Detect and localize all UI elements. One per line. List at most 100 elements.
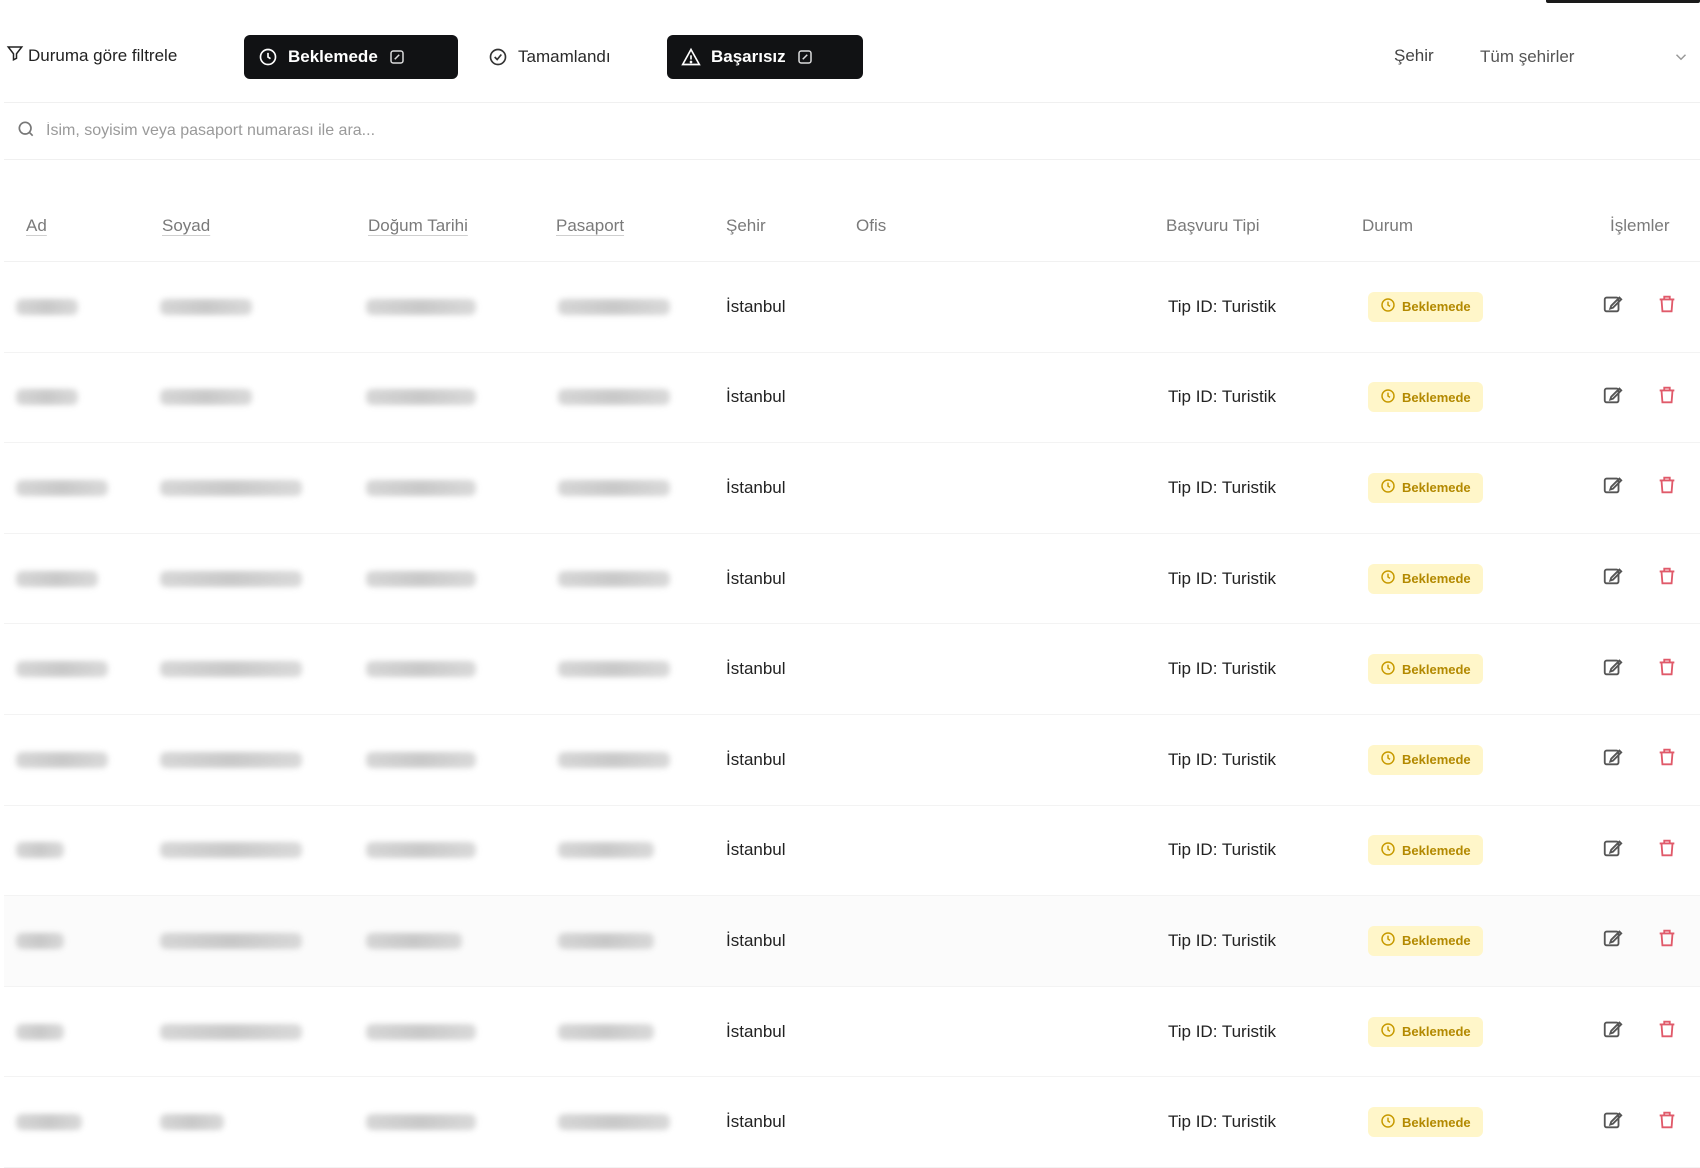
- applications-table: Ad Soyad Doğum Tarihi Pasaport Şehir Ofi…: [4, 190, 1700, 1168]
- cell-sehir: İstanbul: [726, 296, 786, 316]
- cell-actions: [1598, 353, 1682, 443]
- filter-chip-pending-label: Beklemede: [288, 47, 378, 66]
- clock-icon: [1380, 750, 1396, 769]
- table-row[interactable]: İstanbul Tip ID: Turistik Beklemede: [4, 262, 1700, 353]
- cell-durum: Beklemede: [1368, 806, 1483, 896]
- edit-button[interactable]: [1598, 1107, 1628, 1137]
- city-select[interactable]: Tüm şehirler: [1468, 36, 1700, 78]
- delete-icon: [1656, 837, 1678, 864]
- table-row[interactable]: İstanbul Tip ID: Turistik Beklemede: [4, 624, 1700, 715]
- cell-durum: Beklemede: [1368, 715, 1483, 805]
- column-header-pasaport[interactable]: Pasaport: [556, 216, 624, 236]
- cell-dogum-tarihi: [366, 715, 476, 805]
- cell-actions: [1598, 987, 1682, 1077]
- cell-durum: Beklemede: [1368, 896, 1483, 986]
- clock-icon: [1380, 297, 1396, 316]
- column-header-ad[interactable]: Ad: [26, 216, 47, 236]
- clock-icon: [1380, 1113, 1396, 1132]
- cell-soyad: [160, 262, 252, 352]
- status-badge-label: Beklemede: [1402, 571, 1471, 587]
- clock-icon: [1380, 931, 1396, 950]
- table-row[interactable]: İstanbul Tip ID: Turistik Beklemede: [4, 806, 1700, 897]
- delete-icon: [1656, 384, 1678, 411]
- edit-button[interactable]: [1598, 654, 1628, 684]
- cell-ad: [16, 353, 78, 443]
- delete-icon: [1656, 293, 1678, 320]
- table-row[interactable]: İstanbul Tip ID: Turistik Beklemede: [4, 896, 1700, 987]
- cell-pasaport: [558, 353, 670, 443]
- delete-icon: [1656, 1109, 1678, 1136]
- status-badge: Beklemede: [1368, 563, 1483, 594]
- edit-button[interactable]: [1598, 835, 1628, 865]
- edit-icon: [1602, 837, 1624, 864]
- edit-button[interactable]: [1598, 564, 1628, 594]
- edit-button[interactable]: [1598, 926, 1628, 956]
- edit-button[interactable]: [1598, 382, 1628, 412]
- delete-button[interactable]: [1652, 382, 1682, 412]
- delete-button[interactable]: [1652, 745, 1682, 775]
- edit-icon: [1602, 293, 1624, 320]
- table-header: Ad Soyad Doğum Tarihi Pasaport Şehir Ofi…: [4, 190, 1700, 262]
- cell-sehir: İstanbul: [726, 1112, 786, 1132]
- cell-actions: [1598, 443, 1682, 533]
- cell-ad: [16, 262, 78, 352]
- cell-soyad: [160, 534, 302, 624]
- status-badge: Beklemede: [1368, 1107, 1483, 1138]
- edit-icon: [1602, 656, 1624, 683]
- cell-basvuru-tipi: Tip ID: Turistik: [1168, 749, 1276, 769]
- table-row[interactable]: İstanbul Tip ID: Turistik Beklemede: [4, 534, 1700, 625]
- edit-button[interactable]: [1598, 292, 1628, 322]
- check-circle-icon: [488, 47, 508, 67]
- cell-actions: [1598, 624, 1682, 714]
- table-row[interactable]: İstanbul Tip ID: Turistik Beklemede: [4, 353, 1700, 444]
- edit-button[interactable]: [1598, 1017, 1628, 1047]
- cell-soyad: [160, 896, 302, 986]
- delete-icon: [1656, 746, 1678, 773]
- cell-basvuru-tipi: Tip ID: Turistik: [1168, 840, 1276, 860]
- edit-button[interactable]: [1598, 745, 1628, 775]
- delete-button[interactable]: [1652, 835, 1682, 865]
- delete-button[interactable]: [1652, 292, 1682, 322]
- column-header-sehir: Şehir: [726, 216, 766, 235]
- edit-button[interactable]: [1598, 473, 1628, 503]
- cell-pasaport: [558, 534, 670, 624]
- filter-chip-failed-label: Başarısız: [711, 47, 786, 66]
- table-row[interactable]: İstanbul Tip ID: Turistik Beklemede: [4, 715, 1700, 806]
- delete-button[interactable]: [1652, 473, 1682, 503]
- table-row[interactable]: İstanbul Tip ID: Turistik Beklemede: [4, 987, 1700, 1078]
- status-badge: Beklemede: [1368, 382, 1483, 413]
- status-badge-label: Beklemede: [1402, 1114, 1471, 1130]
- table-row[interactable]: İstanbul Tip ID: Turistik Beklemede: [4, 443, 1700, 534]
- column-header-dogum-tarihi[interactable]: Doğum Tarihi: [368, 216, 468, 236]
- cell-actions: [1598, 262, 1682, 352]
- filter-chip-pending[interactable]: Beklemede: [244, 35, 458, 79]
- column-header-soyad[interactable]: Soyad: [162, 216, 210, 236]
- filter-chip-failed[interactable]: Başarısız: [667, 35, 863, 79]
- delete-button[interactable]: [1652, 926, 1682, 956]
- clock-icon: [1380, 478, 1396, 497]
- status-badge-label: Beklemede: [1402, 480, 1471, 496]
- edit-icon: [1602, 474, 1624, 501]
- delete-button[interactable]: [1652, 1017, 1682, 1047]
- delete-button[interactable]: [1652, 564, 1682, 594]
- cell-durum: Beklemede: [1368, 1077, 1483, 1167]
- cell-pasaport: [558, 987, 654, 1077]
- search-input[interactable]: [46, 122, 946, 140]
- cell-soyad: [160, 624, 302, 714]
- delete-button[interactable]: [1652, 654, 1682, 684]
- table-row[interactable]: İstanbul Tip ID: Turistik Beklemede: [4, 1077, 1700, 1168]
- cell-pasaport: [558, 806, 654, 896]
- cell-pasaport: [558, 715, 670, 805]
- cell-actions: [1598, 715, 1682, 805]
- edit-icon: [1602, 1109, 1624, 1136]
- filter-icon: [6, 44, 24, 67]
- status-badge-label: Beklemede: [1402, 299, 1471, 315]
- status-badge-label: Beklemede: [1402, 389, 1471, 405]
- warning-icon: [681, 47, 701, 67]
- delete-icon: [1656, 927, 1678, 954]
- cell-durum: Beklemede: [1368, 262, 1483, 352]
- status-badge-label: Beklemede: [1402, 842, 1471, 858]
- filter-chip-completed[interactable]: Tamamlandı: [474, 35, 654, 79]
- top-accent-bar: [1546, 0, 1700, 3]
- delete-button[interactable]: [1652, 1107, 1682, 1137]
